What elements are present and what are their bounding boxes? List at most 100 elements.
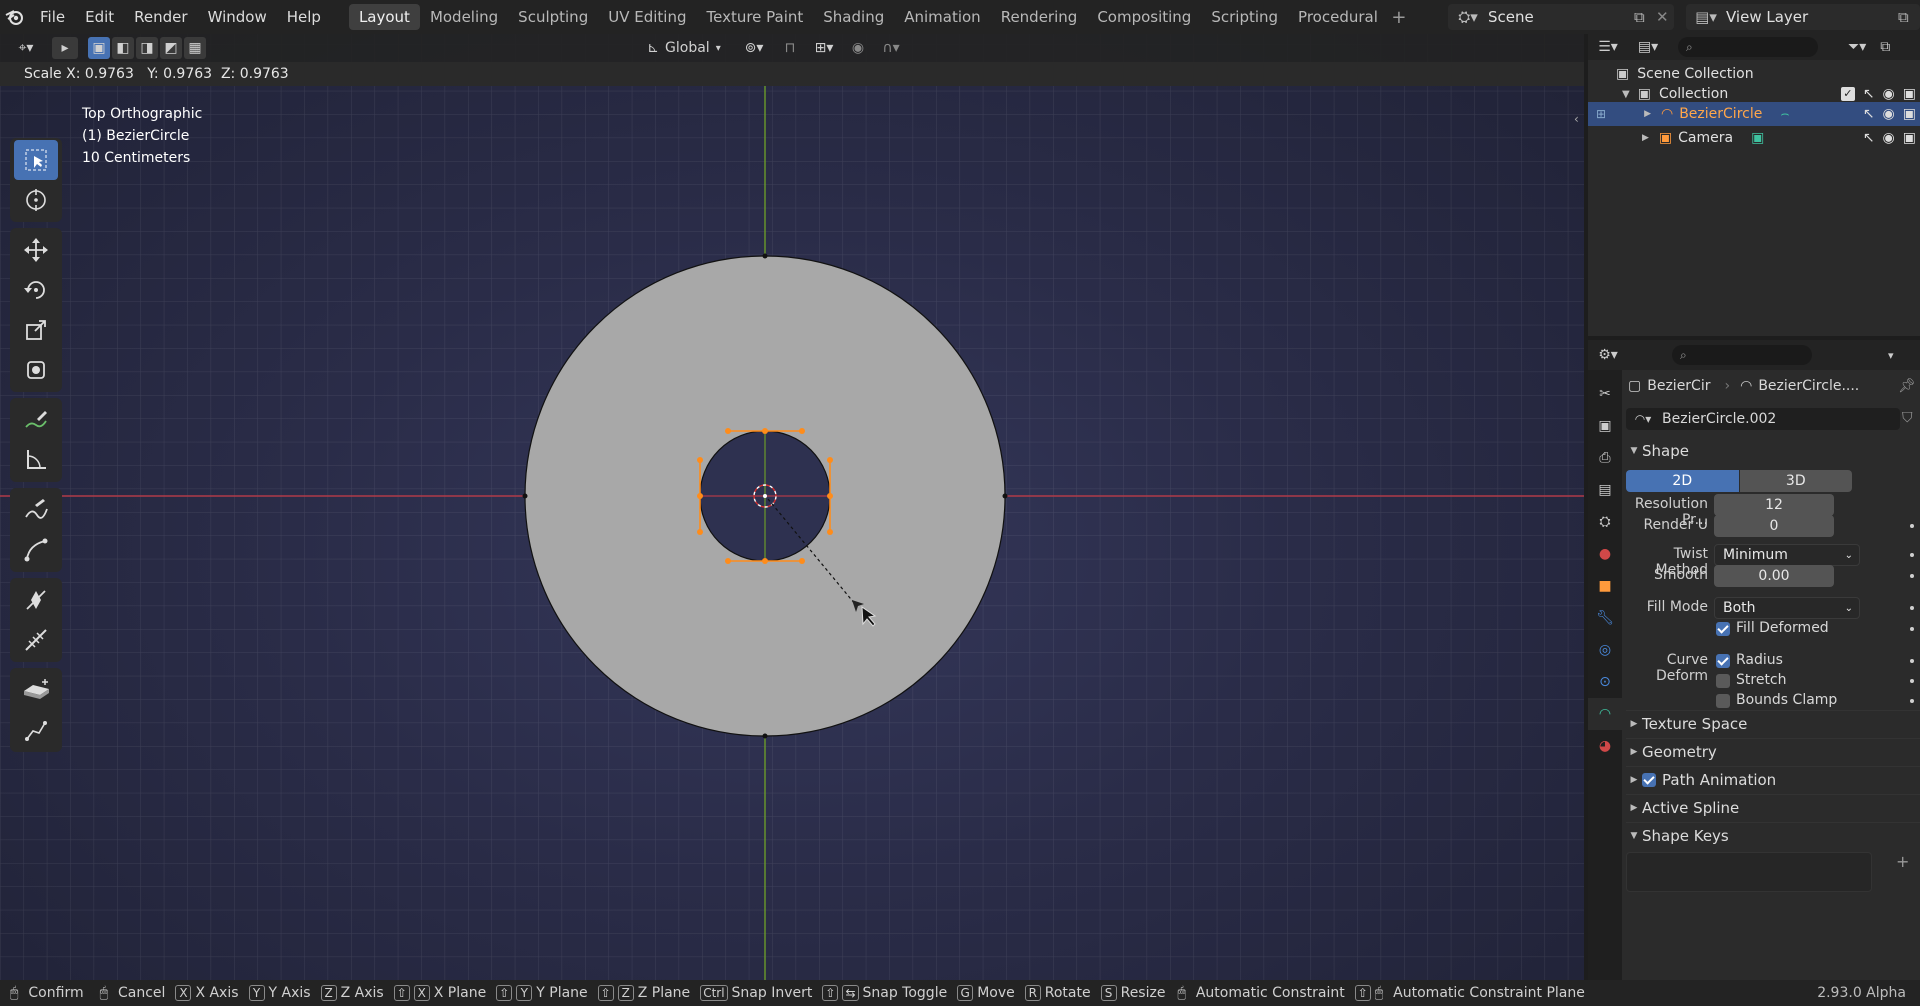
viewport-canvas[interactable]	[0, 34, 1584, 980]
keyframe-dot-icon[interactable]	[1910, 524, 1914, 528]
handle-point[interactable]	[799, 428, 805, 434]
keyframe-dot-icon[interactable]	[1910, 659, 1914, 663]
control-point[interactable]	[762, 733, 768, 739]
radius-tool[interactable]	[14, 620, 58, 660]
outliner-item-beziercircle[interactable]: ⊞ ▶ ◠ BezierCircle ⌢ ↖ ◉ ▣	[1588, 102, 1920, 126]
randomize-tool[interactable]	[14, 710, 58, 750]
render-camera-icon[interactable]: ▣	[1903, 130, 1916, 146]
selectable-icon[interactable]: ↖	[1863, 106, 1875, 122]
orientation-dropdown[interactable]: ⊾ Global ▾	[638, 37, 730, 59]
world-tab-icon[interactable]: ●	[1588, 538, 1622, 570]
outliner-editor-icon[interactable]: ☰▾	[1588, 39, 1628, 55]
render-tab-icon[interactable]: ▣	[1588, 410, 1622, 442]
modifier-tab-icon[interactable]: 🔧︎	[1588, 602, 1622, 634]
keyframe-dot-icon[interactable]	[1910, 553, 1914, 557]
panel-active-spline-header[interactable]: ▶ Active Spline	[1626, 794, 1920, 820]
selectable-icon[interactable]: ↖	[1863, 86, 1875, 102]
tool-tab-icon[interactable]: ✂	[1588, 378, 1622, 410]
select-new-icon[interactable]: ▣	[88, 37, 110, 59]
blender-logo-icon[interactable]	[0, 0, 30, 34]
tab-rendering[interactable]: Rendering	[991, 4, 1088, 30]
add-shape-key-icon[interactable]: +	[1896, 852, 1909, 871]
curve-data-icon[interactable]: ⌢	[1780, 106, 1789, 122]
object-tab-icon[interactable]: ■	[1588, 570, 1622, 602]
new-collection-icon[interactable]: ⧉	[1880, 39, 1890, 55]
tilt-tool[interactable]	[14, 580, 58, 620]
properties-search-input[interactable]: ⌕	[1672, 345, 1812, 365]
rotate-tool[interactable]	[14, 270, 58, 310]
physics-tab-icon[interactable]: ⊙	[1588, 666, 1622, 698]
editor-type-icon[interactable]: ⌖▾	[6, 37, 46, 59]
annotate-tool[interactable]	[14, 400, 58, 440]
pin-icon[interactable]: 📌︎	[1898, 378, 1916, 394]
tab-procedural[interactable]: Procedural	[1288, 4, 1388, 30]
measure-tool[interactable]	[14, 440, 58, 480]
select-extend-icon[interactable]: ◧	[112, 37, 134, 59]
dim-2d-button[interactable]: 2D	[1626, 470, 1739, 492]
panel-path-animation-header[interactable]: ▶ Path Animation	[1626, 766, 1920, 792]
scene-tab-icon[interactable]: ⛭	[1588, 506, 1622, 538]
outliner-search-input[interactable]: ⌕	[1678, 37, 1818, 57]
select-mode-icon[interactable]: ▸	[52, 37, 78, 59]
handle-point[interactable]	[827, 529, 833, 535]
smooth-field[interactable]: 0.00	[1714, 565, 1834, 587]
curve-data-tab-icon[interactable]: ◠	[1588, 698, 1622, 730]
exclude-checkbox[interactable]: ✓	[1840, 87, 1855, 101]
handle-point[interactable]	[725, 558, 731, 564]
bounds-clamp-checkbox[interactable]	[1716, 694, 1730, 708]
snap-target-icon[interactable]: ⊞▾	[808, 37, 840, 59]
handle-point[interactable]	[697, 529, 703, 535]
remove-scene-icon[interactable]: ✕	[1656, 8, 1674, 26]
panel-shape-keys-header[interactable]: ▼ Shape Keys	[1626, 822, 1920, 848]
handle-point[interactable]	[762, 558, 768, 564]
menu-edit[interactable]: Edit	[75, 0, 124, 34]
keyframe-dot-icon[interactable]	[1910, 699, 1914, 703]
snap-icon[interactable]: ⊓	[778, 37, 802, 59]
camera-data-icon[interactable]: ▣	[1751, 130, 1764, 146]
draw-tool[interactable]	[14, 490, 58, 530]
curve-pen-tool[interactable]	[14, 530, 58, 570]
3d-viewport[interactable]: ⌖▾ ▸ ▣ ◧ ◨ ◩ ▦ ⊾ Global ▾ ⊚▾ ⊓ ⊞▾ ◉ ∩▾ S…	[0, 34, 1584, 980]
panel-shape-header[interactable]: ▼ Shape	[1626, 438, 1920, 464]
output-tab-icon[interactable]: ⎙	[1588, 442, 1622, 474]
render-camera-icon[interactable]: ▣	[1903, 106, 1916, 122]
outliner-item-camera[interactable]: ▶ ▣ Camera ▣ ↖ ◉ ▣	[1588, 126, 1920, 150]
particles-tab-icon[interactable]: ◎	[1588, 634, 1622, 666]
path-animation-checkbox[interactable]	[1642, 772, 1656, 787]
datablock-browse-icon[interactable]: ◠▾	[1626, 412, 1660, 426]
radius-checkbox[interactable]	[1716, 654, 1730, 668]
handle-point[interactable]	[827, 493, 833, 499]
fake-user-shield-icon[interactable]: ⛉	[1902, 410, 1913, 426]
sidebar-toggle-icon[interactable]: ‹	[1574, 112, 1579, 126]
shape-keys-list[interactable]	[1626, 852, 1872, 892]
panel-geometry-header[interactable]: ▶ Geometry	[1626, 738, 1920, 764]
tab-layout[interactable]: Layout	[348, 4, 420, 30]
handle-point[interactable]	[697, 493, 703, 499]
keyframe-dot-icon[interactable]	[1910, 679, 1914, 683]
handle-point[interactable]	[799, 558, 805, 564]
datablock-selector[interactable]: ◠▾ BezierCircle.002	[1626, 408, 1900, 430]
scene-selector[interactable]: ⛭▾ Scene ⧉ ✕	[1448, 4, 1674, 30]
render-u-field[interactable]: 0	[1714, 515, 1834, 537]
handle-point[interactable]	[762, 428, 768, 434]
select-subtract-icon[interactable]: ◨	[136, 37, 158, 59]
visibility-eye-icon[interactable]: ◉	[1883, 106, 1895, 122]
control-point[interactable]	[762, 253, 768, 259]
display-mode-icon[interactable]: ▤▾	[1628, 39, 1668, 55]
move-tool[interactable]	[14, 230, 58, 270]
menu-render[interactable]: Render	[124, 0, 197, 34]
tab-modeling[interactable]: Modeling	[420, 4, 508, 30]
cursor-tool[interactable]	[14, 180, 58, 220]
tab-animation[interactable]: Animation	[894, 4, 990, 30]
select-intersect-icon[interactable]: ▦	[184, 37, 206, 59]
tab-scripting[interactable]: Scripting	[1201, 4, 1288, 30]
menu-help[interactable]: Help	[277, 0, 331, 34]
properties-editor-icon[interactable]: ⚙▾	[1588, 347, 1628, 363]
outliner-mode-icon[interactable]: ⊞	[1596, 107, 1606, 121]
handle-point[interactable]	[697, 457, 703, 463]
keyframe-dot-icon[interactable]	[1910, 606, 1914, 610]
add-workspace-icon[interactable]: +	[1388, 7, 1410, 28]
proportional-edit-icon[interactable]: ◉	[846, 37, 870, 59]
selectable-icon[interactable]: ↖	[1863, 130, 1875, 146]
view-layer-selector[interactable]: ▤▾ View Layer ⧉	[1686, 4, 1920, 30]
